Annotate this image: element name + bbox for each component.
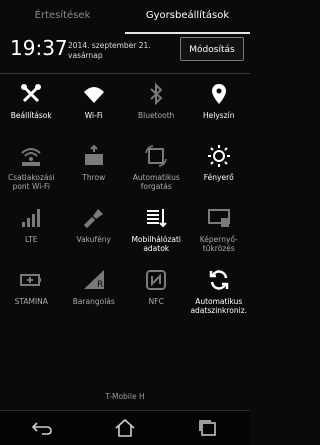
sync-icon: [207, 266, 231, 294]
tab-bar: Értesítések Gyorsbeállítások: [0, 0, 250, 34]
date-line: 2014. szeptember 21.: [68, 41, 151, 50]
carrier-label: T-Mobile H: [105, 392, 145, 401]
tile-roaming[interactable]: R Barangolás: [63, 266, 126, 328]
tile-label: Wi-Fi: [84, 111, 103, 120]
tile-label: Képernyő-tükrözés: [199, 235, 238, 253]
svg-text:R: R: [97, 280, 103, 290]
home-button[interactable]: [105, 413, 145, 443]
quick-settings-grid: Beállítások Wi-Fi Bluetooth Helyszín Csatlak…: [0, 80, 250, 328]
recents-button[interactable]: [188, 413, 228, 443]
tile-label: Helyszín: [203, 111, 235, 120]
tile-label: Throw: [82, 173, 106, 182]
tile-label: Csatlakozási pont Wi-Fi: [7, 173, 55, 191]
nfc-icon: [144, 266, 168, 294]
tile-brightness[interactable]: Fényerő: [188, 142, 251, 204]
tile-wifi[interactable]: Wi-Fi: [63, 80, 126, 142]
tile-label: NFC: [148, 297, 164, 306]
tile-throw[interactable]: Throw: [63, 142, 126, 204]
settings-icon: [19, 80, 43, 108]
tile-label: Automatikus adatszinkroniz.: [190, 297, 248, 315]
tile-label: STAMINA: [14, 297, 48, 306]
tile-flashlight[interactable]: Vakufény: [63, 204, 126, 266]
clock-time: 19:37: [10, 36, 68, 60]
tile-settings[interactable]: Beállítások: [0, 80, 63, 142]
divider: [0, 73, 250, 74]
tile-sync[interactable]: Automatikus adatszinkroniz.: [188, 266, 251, 328]
clock-date: 2014. szeptember 21. vasárnap: [68, 41, 151, 61]
screen-mirror-icon: [207, 204, 231, 232]
tile-label: Mobilhálózati adatok: [131, 235, 182, 253]
clock-row: 19:37 2014. szeptember 21. vasárnap Módo…: [0, 34, 250, 70]
tile-bluetooth[interactable]: Bluetooth: [125, 80, 188, 142]
wifi-icon: [82, 80, 106, 108]
home-icon: [115, 418, 135, 437]
tile-nfc[interactable]: NFC: [125, 266, 188, 328]
tile-label: Automatikus forgatás: [132, 173, 180, 191]
bluetooth-icon: [144, 80, 168, 108]
tile-label: Vakufény: [76, 235, 111, 244]
back-button[interactable]: [22, 413, 62, 443]
brightness-icon: [207, 142, 231, 170]
tile-label: Fényerő: [203, 173, 234, 182]
tile-mobile-data[interactable]: Mobilhálózati adatok: [125, 204, 188, 266]
tile-label: Beállítások: [10, 111, 52, 120]
lte-icon: [19, 204, 43, 232]
tile-label: LTE: [25, 235, 38, 244]
tile-stamina[interactable]: STAMINA: [0, 266, 63, 328]
tile-label: Bluetooth: [138, 111, 175, 120]
recents-icon: [199, 420, 217, 436]
throw-icon: [82, 142, 106, 170]
tab-quick-settings[interactable]: Gyorsbeállítások: [125, 0, 250, 34]
location-icon: [207, 80, 231, 108]
tile-hotspot[interactable]: Csatlakozási pont Wi-Fi: [0, 142, 63, 204]
tile-label: Barangolás: [72, 297, 115, 306]
tile-location[interactable]: Helyszín: [188, 80, 251, 142]
stamina-icon: [19, 266, 43, 294]
edit-button[interactable]: Módosítás: [180, 37, 244, 61]
navigation-bar: [0, 410, 250, 445]
mobile-data-icon: [144, 204, 168, 232]
back-icon: [31, 422, 52, 435]
tile-screen-mirror[interactable]: Képernyő-tükrözés: [188, 204, 251, 266]
tab-notifications[interactable]: Értesítések: [0, 0, 125, 34]
hotspot-icon: [19, 142, 43, 170]
tile-lte[interactable]: LTE: [0, 204, 63, 266]
flashlight-icon: [82, 204, 106, 232]
roaming-icon: R: [82, 266, 106, 294]
rotation-icon: [144, 142, 168, 170]
weekday-line: vasárnap: [68, 51, 103, 60]
tile-rotation[interactable]: Automatikus forgatás: [125, 142, 188, 204]
